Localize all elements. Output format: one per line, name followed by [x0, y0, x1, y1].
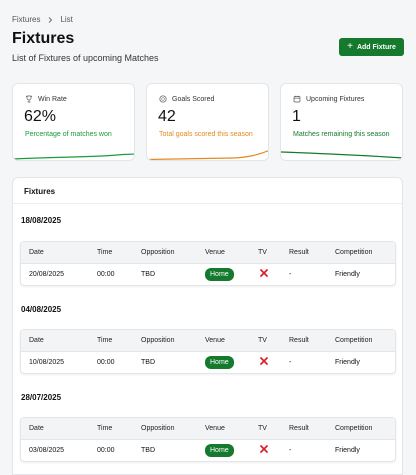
page-subtitle: List of Fixtures of upcoming Matches: [12, 53, 159, 63]
column-header-venue[interactable]: Venue: [205, 425, 225, 432]
cell-result: -: [289, 271, 292, 278]
cell-time: 00:00: [97, 271, 115, 278]
stat-value: 42: [158, 108, 176, 125]
fixtures-panel: Fixtures 18/08/2025 Date Time Opposition…: [12, 177, 403, 475]
cell-result: -: [289, 359, 292, 366]
cell-competition: Friendly: [335, 271, 360, 278]
panel-title: Fixtures: [24, 187, 56, 196]
stat-card-win-rate: Win Rate 62% Percentage of matches won: [12, 83, 135, 161]
cell-opposition: TBD: [141, 271, 155, 278]
group-date: 04/08/2025: [21, 305, 62, 314]
column-header-opposition[interactable]: Opposition: [141, 337, 174, 344]
stat-card-goals-scored: Goals Scored 42 Total goals scored this …: [146, 83, 269, 161]
column-header-time[interactable]: Time: [97, 249, 112, 256]
cell-time: 00:00: [97, 447, 115, 454]
fixtures-table: Date Time Opposition Venue TV Result Com…: [20, 417, 396, 462]
x-icon: [260, 445, 268, 453]
cell-date: 10/08/2025: [29, 359, 65, 366]
group-date: 28/07/2025: [21, 393, 62, 402]
column-header-venue[interactable]: Venue: [205, 249, 225, 256]
column-header-date[interactable]: Date: [29, 249, 44, 256]
add-fixture-button[interactable]: + Add Fixture: [339, 38, 404, 56]
breadcrumb: Fixtures List: [12, 15, 73, 24]
add-fixture-label: Add Fixture: [356, 43, 396, 51]
stat-card-upcoming-fixtures: Upcoming Fixtures 1 Matches remaining th…: [280, 83, 403, 161]
column-header-tv[interactable]: TV: [258, 337, 267, 344]
breadcrumb-item-fixtures[interactable]: Fixtures: [12, 15, 40, 24]
cell-opposition: TBD: [141, 359, 155, 366]
x-icon: [260, 269, 268, 277]
cell-competition: Friendly: [335, 359, 360, 366]
column-header-opposition[interactable]: Opposition: [141, 425, 174, 432]
column-header-competition[interactable]: Competition: [335, 337, 372, 344]
stat-description: Matches remaining this season: [293, 131, 390, 138]
column-header-result[interactable]: Result: [289, 425, 309, 432]
column-header-competition[interactable]: Competition: [335, 249, 372, 256]
sparkline: [147, 150, 268, 160]
column-header-tv[interactable]: TV: [258, 425, 267, 432]
group-date: 18/08/2025: [21, 216, 62, 225]
cell-competition: Friendly: [335, 447, 360, 454]
trophy-icon: [26, 95, 32, 103]
fixtures-table: Date Time Opposition Venue TV Result Com…: [20, 241, 396, 286]
x-icon: [260, 357, 268, 365]
venue-badge: Home: [205, 444, 234, 457]
column-header-time[interactable]: Time: [97, 425, 112, 432]
fixtures-table: Date Time Opposition Venue TV Result Com…: [20, 329, 396, 374]
page-title: Fixtures: [12, 30, 75, 47]
column-header-venue[interactable]: Venue: [205, 337, 225, 344]
column-header-date[interactable]: Date: [29, 337, 44, 344]
sparkline: [13, 153, 134, 160]
cell-date: 03/08/2025: [29, 447, 65, 454]
ball-icon: [159, 95, 167, 103]
stat-description: Percentage of matches won: [25, 131, 112, 138]
stat-value: 1: [292, 108, 301, 125]
plus-icon: +: [347, 41, 353, 52]
cell-date: 20/08/2025: [29, 271, 65, 278]
calendar-icon: [293, 95, 301, 103]
chevron-right-icon: [49, 16, 53, 23]
cell-result: -: [289, 447, 292, 454]
stat-value: 62%: [24, 108, 57, 125]
divider: [13, 203, 402, 204]
column-header-result[interactable]: Result: [289, 249, 309, 256]
column-header-opposition[interactable]: Opposition: [141, 249, 174, 256]
column-header-result[interactable]: Result: [289, 337, 309, 344]
column-header-date[interactable]: Date: [29, 425, 44, 432]
stat-label: Win Rate: [38, 95, 67, 103]
stat-label: Upcoming Fixtures: [306, 95, 365, 103]
column-header-time[interactable]: Time: [97, 337, 112, 344]
stat-description: Total goals scored this season: [159, 131, 253, 138]
venue-badge: Home: [205, 268, 234, 281]
cell-opposition: TBD: [141, 447, 155, 454]
cell-time: 00:00: [97, 359, 115, 366]
column-header-tv[interactable]: TV: [258, 249, 267, 256]
stat-label: Goals Scored: [172, 95, 215, 103]
column-header-competition[interactable]: Competition: [335, 425, 372, 432]
venue-badge: Home: [205, 356, 234, 369]
sparkline: [281, 151, 402, 159]
breadcrumb-item-list[interactable]: List: [60, 15, 72, 24]
